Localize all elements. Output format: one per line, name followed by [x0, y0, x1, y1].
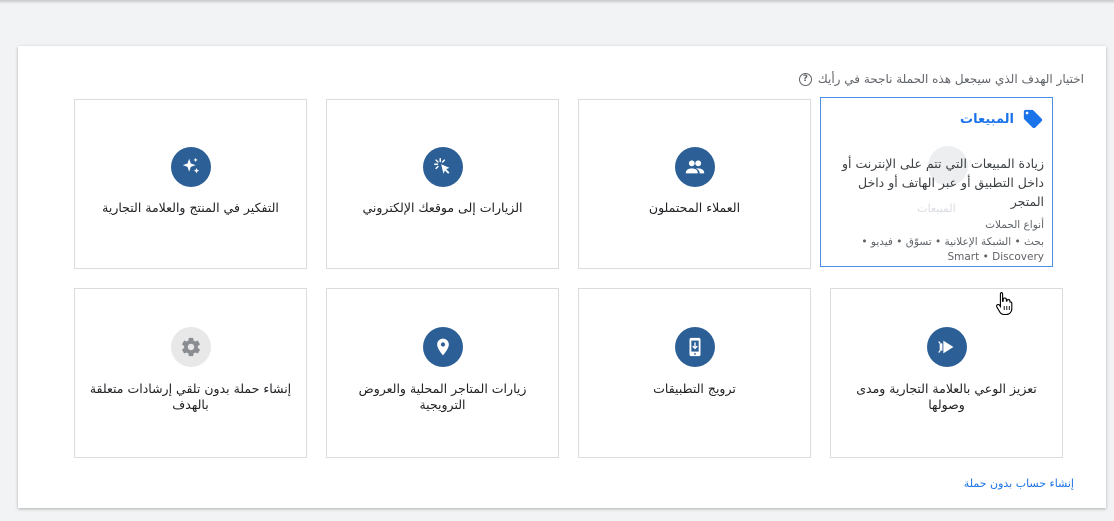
mobile-download-icon	[674, 327, 715, 367]
campaign-types-list: بحث • الشبكة الإعلانية • تسوّق • فيديو •…	[861, 236, 1044, 263]
help-icon[interactable]: ?	[798, 72, 812, 86]
goal-card-no-goal[interactable]: إنشاء حملة بدون تلقي إرشادات متعلقة باله…	[74, 288, 307, 458]
goal-selection-panel: اختيار الهدف الذي سيجعل هذه الحملة ناجحة…	[18, 46, 1106, 508]
awareness-label: تعزيز الوعي بالعلامة التجارية ومدى وصوله…	[856, 381, 1037, 412]
tag-icon	[1023, 109, 1043, 129]
goal-question: اختيار الهدف الذي سيجعل هذه الحملة ناجحة…	[798, 72, 1084, 86]
gear-icon	[170, 327, 211, 367]
goal-question-text: اختيار الهدف الذي سيجعل هذه الحملة ناجحة…	[817, 72, 1084, 86]
website-traffic-label: الزيارات إلى موقعك الإلكتروني	[362, 200, 523, 215]
goal-card-leads[interactable]: العملاء المحتملون	[578, 99, 811, 269]
sparkle-icon	[170, 147, 211, 187]
leads-label: العملاء المحتملون	[648, 200, 741, 215]
product-brand-label: التفكير في المنتج والعلامة التجارية	[102, 200, 279, 215]
app-promotion-label: ترويج التطبيقات	[653, 381, 736, 396]
campaign-types-title: أنواع الحملات	[985, 219, 1044, 231]
goal-card-website-traffic[interactable]: الزيارات إلى موقعك الإلكتروني	[326, 99, 559, 269]
sales-title: المبيعات	[960, 111, 1014, 127]
location-pin-icon	[422, 327, 463, 367]
goal-card-app-promotion[interactable]: ترويج التطبيقات	[578, 288, 811, 458]
local-visits-label: زيارات المتاجر المحلية والعروض الترويجية	[358, 381, 527, 412]
goal-card-sales[interactable]: المبيعات المبيعات زيادة المبيعات التي تت…	[820, 97, 1053, 267]
goal-card-awareness[interactable]: تعزيز الوعي بالعلامة التجارية ومدى وصوله…	[830, 288, 1063, 458]
sales-description: زيادة المبيعات التي تتم على الإنترنت أو …	[841, 156, 1044, 209]
cursor-click-icon	[422, 147, 463, 187]
top-shadow-strip	[0, 0, 1114, 4]
megaphone-icon	[926, 327, 967, 367]
hand-pointer-cursor-icon	[996, 291, 1013, 316]
people-icon	[674, 147, 715, 187]
no-goal-label: إنشاء حملة بدون تلقي إرشادات متعلقة باله…	[89, 381, 292, 412]
sales-card-header: المبيعات	[960, 108, 1044, 130]
create-account-without-campaign-link[interactable]: إنشاء حساب بدون حملة	[964, 477, 1074, 490]
goal-card-product-brand[interactable]: التفكير في المنتج والعلامة التجارية	[74, 99, 307, 269]
goal-card-local-visits[interactable]: زيارات المتاجر المحلية والعروض الترويجية	[326, 288, 559, 458]
